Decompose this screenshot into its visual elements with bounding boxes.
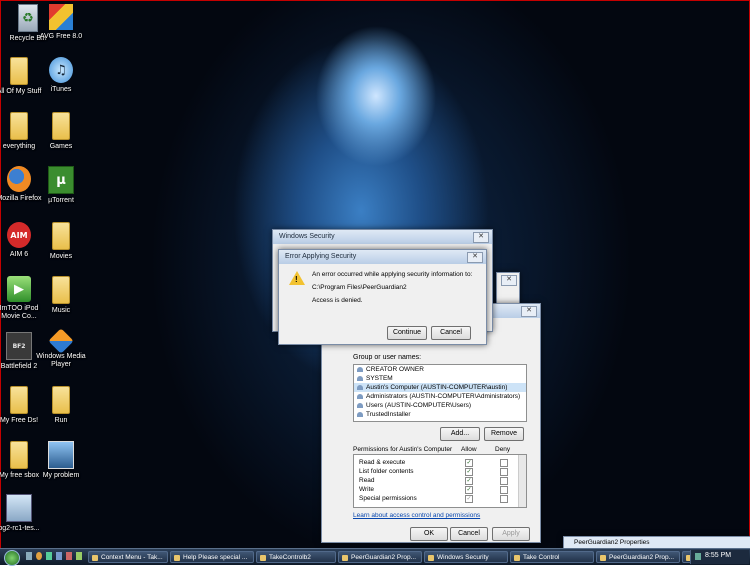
- properties-title: PeerGuardian2 Properties: [574, 539, 650, 546]
- quicklaunch-utorrent-icon[interactable]: [76, 552, 82, 560]
- list-item[interactable]: SYSTEM: [354, 374, 526, 383]
- quicklaunch-switch-icon[interactable]: [46, 552, 52, 560]
- taskbar-item[interactable]: Context Menu - Tak...: [88, 551, 168, 563]
- close-icon[interactable]: ✕: [521, 306, 537, 317]
- quicklaunch-aim-icon[interactable]: [66, 552, 72, 560]
- group-label: Group or user names:: [353, 354, 422, 361]
- access-control-link[interactable]: Learn about access control and permissio…: [353, 512, 480, 519]
- firefox-icon: [7, 166, 31, 192]
- list-item[interactable]: Austin's Computer (AUSTIN-COMPUTER\austi…: [354, 383, 526, 392]
- list-item[interactable]: CREATOR OWNER: [354, 365, 526, 374]
- remove-button[interactable]: Remove: [484, 427, 524, 441]
- itunes-icon: ♫: [49, 57, 73, 83]
- quicklaunch-desktop-icon[interactable]: [26, 552, 32, 560]
- list-item[interactable]: Administrators (AUSTIN-COMPUTER\Administ…: [354, 392, 526, 401]
- error-dialog: Error Applying Security ✕ ! An error occ…: [278, 249, 487, 345]
- wmp-icon: [48, 328, 74, 354]
- apply-button[interactable]: Apply: [492, 527, 530, 541]
- cancel-button[interactable]: Cancel: [431, 326, 471, 340]
- dialog-title: Error Applying Security: [285, 253, 357, 260]
- close-icon[interactable]: ✕: [501, 275, 517, 286]
- folder-icon: [10, 386, 28, 414]
- taskbar-item[interactable]: Help Please special ...: [170, 551, 254, 563]
- continue-button[interactable]: Continue: [387, 326, 427, 340]
- allow-header: Allow: [461, 446, 477, 453]
- error-path: C:\Program Files\PeerGuardian2: [312, 284, 407, 291]
- folder-icon: [10, 441, 28, 469]
- deny-checkbox[interactable]: [500, 477, 508, 485]
- allow-checkbox[interactable]: ✓: [465, 486, 473, 494]
- folder-icon: [52, 386, 70, 414]
- ok-button[interactable]: OK: [410, 527, 448, 541]
- permission-name: Read & execute: [359, 459, 406, 466]
- list-item[interactable]: TrustedInstaller: [354, 410, 526, 419]
- folder-icon: [10, 112, 28, 140]
- windows-security-titlebar: Windows Security ✕: [273, 230, 492, 244]
- speaker-icon[interactable]: [695, 553, 701, 560]
- desktop-icon-movies[interactable]: Movies: [33, 222, 89, 261]
- close-icon[interactable]: ✕: [473, 232, 489, 243]
- permission-name: Special permissions: [359, 495, 417, 502]
- warning-icon-mark: !: [295, 275, 298, 284]
- close-icon[interactable]: ✕: [467, 252, 483, 263]
- desktop-icon-utorrent[interactable]: µ µTorrent: [33, 166, 89, 205]
- aim-icon: AIM: [7, 222, 31, 248]
- deny-checkbox[interactable]: [500, 468, 508, 476]
- deny-checkbox[interactable]: [500, 459, 508, 467]
- error-message: An error occurred while applying securit…: [312, 271, 473, 278]
- desktop-icon-run[interactable]: Run: [33, 386, 89, 425]
- taskbar: Context Menu - Tak... Help Please specia…: [0, 548, 750, 566]
- system-tray: 8:55 PM: [690, 550, 749, 564]
- folder-icon: [52, 276, 70, 304]
- permission-name: Read: [359, 477, 375, 484]
- utorrent-icon: µ: [48, 166, 74, 194]
- quicklaunch-firefox-icon[interactable]: [36, 552, 42, 560]
- deny-checkbox[interactable]: [500, 486, 508, 494]
- list-item[interactable]: Users (AUSTIN-COMPUTER\Users): [354, 401, 526, 410]
- taskbar-item[interactable]: TakeControlb2: [256, 551, 336, 563]
- desktop-icon-games[interactable]: Games: [33, 112, 89, 151]
- battlefield-icon: BF2: [6, 332, 32, 360]
- taskbar-item[interactable]: Take Control: [510, 551, 594, 563]
- add-button[interactable]: Add...: [440, 427, 480, 441]
- permissions-list[interactable]: Read & execute List folder contents Read…: [353, 454, 527, 508]
- desktop-icon-wmp[interactable]: Windows Media Player: [33, 328, 89, 369]
- allow-checkbox[interactable]: ✓: [465, 468, 473, 476]
- cancel-button[interactable]: Cancel: [450, 527, 488, 541]
- clock[interactable]: 8:55 PM: [705, 552, 731, 559]
- desktop-icon-pg2-installer[interactable]: pg2-rc1-tes...: [0, 494, 47, 533]
- taskbar-item[interactable]: PeerGuardian2 Prop...: [596, 551, 680, 563]
- permission-name: List folder contents: [359, 468, 414, 475]
- folder-icon: [52, 112, 70, 140]
- error-detail: Access is denied.: [312, 297, 363, 304]
- permission-name: Write: [359, 486, 375, 493]
- folder-icon: [10, 57, 28, 85]
- taskbar-item[interactable]: Windows Security: [424, 551, 508, 563]
- window-title: Windows Security: [279, 233, 335, 240]
- allow-checkbox[interactable]: ✓: [465, 477, 473, 485]
- taskbar-item[interactable]: PeerGuardian2 Prop...: [338, 551, 422, 563]
- desktop-icon-my-problem[interactable]: My problem: [33, 441, 89, 480]
- allow-checkbox[interactable]: ✓: [465, 459, 473, 467]
- folder-icon: [52, 222, 70, 250]
- permission-list: Read & execute List folder contents Read…: [359, 458, 417, 503]
- deny-header: Deny: [495, 446, 511, 453]
- imtoo-icon: ▶: [7, 276, 31, 302]
- deny-checkbox[interactable]: [500, 495, 508, 503]
- error-dialog-titlebar: Error Applying Security ✕: [279, 250, 486, 264]
- allow-checkbox[interactable]: ✓: [465, 495, 473, 503]
- avg-icon: [49, 4, 73, 30]
- desktop-icon-music[interactable]: Music: [33, 276, 89, 315]
- quicklaunch-ie-icon[interactable]: [56, 552, 62, 560]
- installer-icon: [6, 494, 32, 522]
- desktop-icon-avg[interactable]: AVG Free 8.0: [33, 4, 89, 41]
- scrollbar[interactable]: [518, 455, 526, 507]
- image-icon: [48, 441, 74, 469]
- permissions-for-label: Permissions for Austin's Computer: [353, 446, 453, 453]
- desktop-icon-itunes[interactable]: ♫ iTunes: [33, 57, 89, 94]
- user-list[interactable]: CREATOR OWNER SYSTEM Austin's Computer (…: [353, 364, 527, 422]
